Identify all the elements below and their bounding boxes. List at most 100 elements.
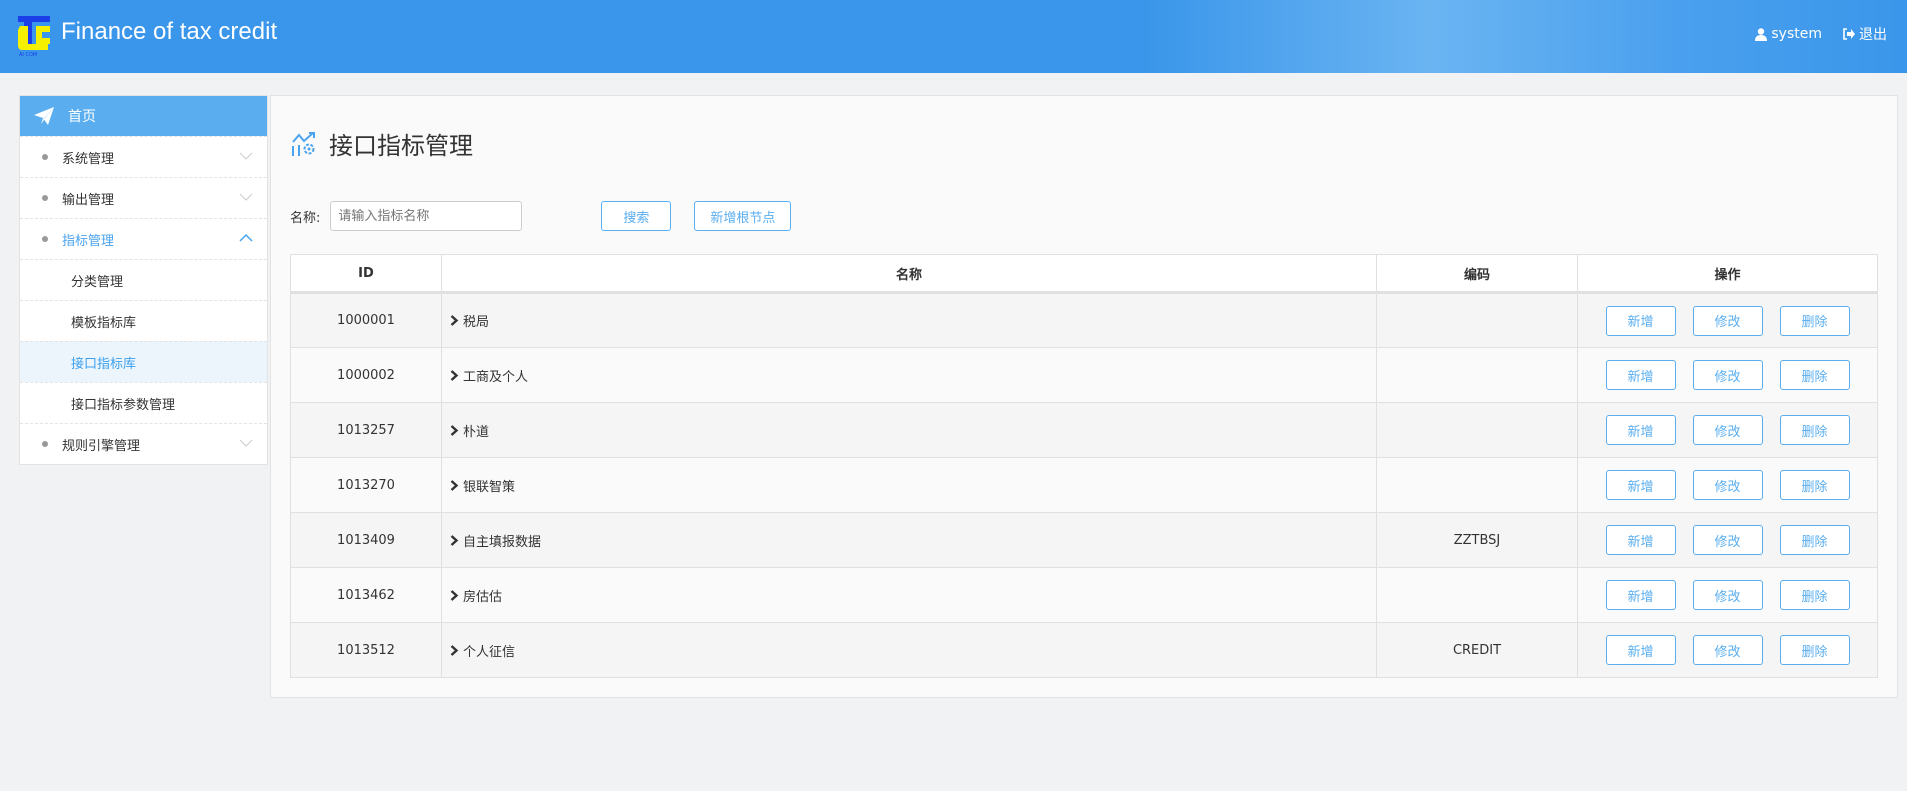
- sidebar: 首页 系统管理 输出管理 指标管理 分类管理 模板指标库 接口指标库 接口指标参…: [19, 95, 268, 465]
- cell-name[interactable]: 房估估: [441, 567, 1377, 623]
- cell-actions: 新增 修改 删除: [1577, 622, 1878, 678]
- col-code: 编码: [1376, 254, 1578, 294]
- edit-button[interactable]: 修改: [1692, 470, 1763, 500]
- sidebar-item-rules[interactable]: 规则引擎管理: [20, 423, 267, 464]
- table-row: 1013270 银联智策 新增 修改 删除: [290, 457, 1878, 513]
- chevron-right-icon[interactable]: [450, 589, 459, 601]
- item-label: 接口指标参数管理: [71, 397, 176, 413]
- edit-button[interactable]: 修改: [1692, 360, 1763, 390]
- name-search-input[interactable]: [330, 201, 523, 231]
- search-button[interactable]: 搜索: [601, 201, 672, 231]
- user-icon: [1755, 27, 1768, 41]
- item-label: 指标管理: [62, 233, 115, 249]
- cell-id: 1013512: [290, 622, 442, 678]
- cell-id: 1000002: [290, 347, 442, 403]
- user-menu[interactable]: system: [1755, 26, 1822, 42]
- cell-code: [1376, 292, 1578, 348]
- cell-code: [1376, 347, 1578, 403]
- col-name: 名称: [441, 254, 1377, 294]
- delete-button[interactable]: 删除: [1779, 580, 1850, 610]
- sidebar-subitem-interface-params[interactable]: 接口指标参数管理: [20, 382, 267, 423]
- cell-actions: 新增 修改 删除: [1577, 347, 1878, 403]
- chevron-right-icon[interactable]: [450, 534, 459, 546]
- item-label: 输出管理: [62, 192, 115, 208]
- chevron-right-icon[interactable]: [450, 369, 459, 381]
- add-button[interactable]: 新增: [1605, 635, 1676, 665]
- cell-name[interactable]: 工商及个人: [441, 347, 1377, 403]
- sidebar-subitem-category[interactable]: 分类管理: [20, 259, 267, 300]
- edit-button[interactable]: 修改: [1692, 580, 1763, 610]
- table-row: 1000001 税局 新增 修改 删除: [290, 292, 1878, 348]
- add-button[interactable]: 新增: [1605, 470, 1676, 500]
- name-text: 自主填报数据: [463, 534, 542, 550]
- logout-label: 退出: [1859, 27, 1887, 43]
- cell-actions: 新增 修改 删除: [1577, 402, 1878, 458]
- username: system: [1771, 26, 1822, 42]
- cell-name[interactable]: 税局: [441, 292, 1377, 348]
- sidebar-subitem-template[interactable]: 模板指标库: [20, 300, 267, 341]
- logo: AI COM: [18, 16, 50, 56]
- col-actions: 操作: [1577, 254, 1878, 294]
- add-button[interactable]: 新增: [1605, 305, 1676, 336]
- table-row: 1000002 工商及个人 新增 修改 删除: [290, 347, 1878, 403]
- cell-code: CREDIT: [1376, 622, 1578, 678]
- delete-button[interactable]: 删除: [1779, 635, 1850, 665]
- table-row: 1013512 个人征信 CREDIT 新增 修改 删除: [290, 622, 1878, 678]
- name-label: 名称:: [290, 210, 321, 226]
- delete-button[interactable]: 删除: [1779, 470, 1850, 500]
- add-button[interactable]: 新增: [1605, 580, 1676, 610]
- sidebar-subitem-interface[interactable]: 接口指标库: [20, 341, 267, 382]
- sidebar-item-indicator[interactable]: 指标管理: [20, 218, 267, 259]
- chevron-down-icon: [239, 193, 253, 201]
- page-title: 接口指标管理: [329, 132, 473, 160]
- cell-id: 1000001: [290, 292, 442, 348]
- paper-plane-icon: [34, 107, 54, 125]
- add-root-button[interactable]: 新增根节点: [694, 201, 792, 231]
- item-label: 接口指标库: [71, 356, 137, 372]
- add-button[interactable]: 新增: [1605, 415, 1676, 445]
- edit-button[interactable]: 修改: [1692, 415, 1763, 445]
- edit-button[interactable]: 修改: [1692, 305, 1763, 336]
- item-label: 模板指标库: [71, 315, 137, 331]
- edit-button[interactable]: 修改: [1692, 525, 1763, 555]
- cell-id: 1013409: [290, 512, 442, 568]
- chevron-right-icon[interactable]: [450, 315, 459, 326]
- chevron-down-icon: [239, 439, 253, 447]
- chevron-right-icon[interactable]: [450, 479, 459, 491]
- delete-button[interactable]: 删除: [1779, 360, 1850, 390]
- chevron-up-icon: [239, 233, 253, 242]
- cell-name[interactable]: 个人征信: [441, 622, 1377, 678]
- main-panel: 接口指标管理 名称: 搜索 新增根节点 ID 名称 编码 操作 1000001 …: [270, 95, 1898, 698]
- delete-button[interactable]: 删除: [1779, 415, 1850, 445]
- cell-id: 1013257: [290, 402, 442, 458]
- logout-icon: [1843, 28, 1855, 40]
- item-label: 分类管理: [71, 274, 124, 290]
- sidebar-item-system[interactable]: 系统管理: [20, 136, 267, 177]
- name-text: 房估估: [463, 589, 503, 605]
- item-label: 规则引擎管理: [62, 438, 141, 454]
- add-button[interactable]: 新增: [1605, 525, 1676, 555]
- chevron-right-icon[interactable]: [450, 424, 459, 436]
- item-label: 系统管理: [62, 151, 115, 167]
- cell-name[interactable]: 朴道: [441, 402, 1377, 458]
- add-button[interactable]: 新增: [1605, 360, 1676, 390]
- table-row: 1013257 朴道 新增 修改 删除: [290, 402, 1878, 458]
- cell-actions: 新增 修改 删除: [1577, 457, 1878, 513]
- bullet-icon: [42, 441, 48, 447]
- sidebar-home[interactable]: 首页: [20, 96, 267, 136]
- delete-button[interactable]: 删除: [1779, 525, 1850, 555]
- svg-text:AI COM: AI COM: [19, 52, 37, 56]
- cell-actions: 新增 修改 删除: [1577, 512, 1878, 568]
- cell-name[interactable]: 银联智策: [441, 457, 1377, 513]
- cell-name[interactable]: 自主填报数据: [441, 512, 1377, 568]
- sidebar-item-output[interactable]: 输出管理: [20, 177, 267, 218]
- chevron-right-icon[interactable]: [450, 644, 459, 656]
- name-text: 工商及个人: [463, 369, 529, 385]
- edit-button[interactable]: 修改: [1692, 635, 1763, 665]
- chart-gear-icon: [292, 131, 315, 156]
- logout-button[interactable]: 退出: [1842, 24, 1887, 44]
- bullet-icon: [42, 154, 48, 160]
- table-row: 1013409 自主填报数据 ZZTBSJ 新增 修改 删除: [290, 512, 1878, 568]
- cell-actions: 新增 修改 删除: [1577, 567, 1878, 623]
- delete-button[interactable]: 删除: [1779, 305, 1850, 336]
